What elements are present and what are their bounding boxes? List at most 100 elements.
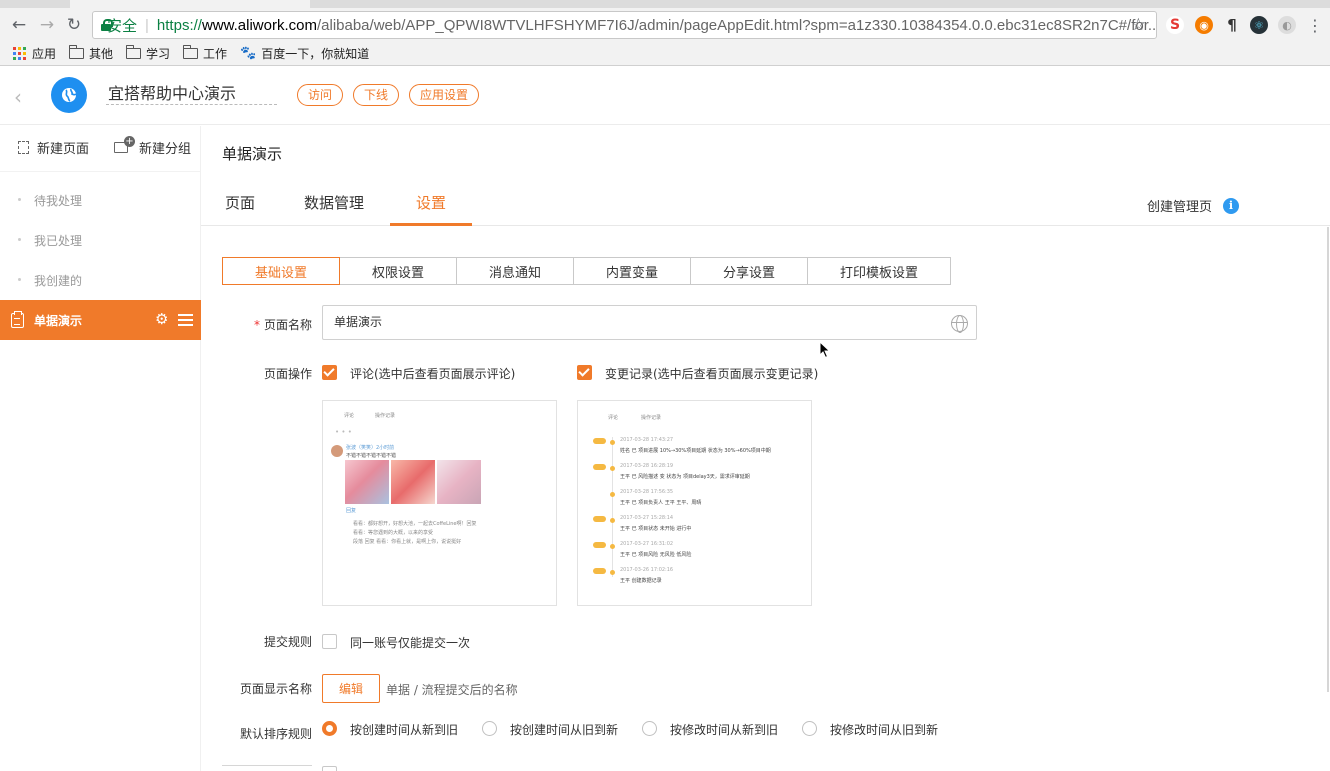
change-log-option-label: 变更记录(选中后查看页面展示变更记录) <box>605 367 819 381</box>
subtab-permission[interactable]: 权限设置 <box>339 257 457 285</box>
subtab-notification[interactable]: 消息通知 <box>456 257 574 285</box>
tab-data-management[interactable]: 数据管理 <box>304 192 364 213</box>
timeline-dot <box>610 440 615 445</box>
new-page-icon <box>18 141 29 154</box>
browser-tab-strip <box>0 0 1330 8</box>
globe-icon[interactable] <box>951 315 968 333</box>
tab-settings[interactable]: 设置 <box>416 192 446 213</box>
bullet-icon <box>18 238 21 241</box>
orange-extension-icon[interactable]: ◉ <box>1195 16 1213 34</box>
browser-tab[interactable] <box>70 0 310 8</box>
app-settings-button[interactable]: 应用设置 <box>409 84 479 106</box>
info-icon[interactable]: i <box>1223 197 1240 214</box>
sidebar-item-done[interactable]: 我已处理 <box>0 220 200 260</box>
form-clipboard-icon <box>11 311 24 328</box>
log-text: 王平 已 项目负责人 王平 王平、周晴 <box>620 500 702 506</box>
drag-handle-icon[interactable] <box>178 314 193 326</box>
submit-once-label: 同一账号仅能提交一次 <box>350 636 471 650</box>
gear-icon[interactable]: ⚙ <box>155 312 170 327</box>
bookmark-other[interactable]: 其他 <box>68 45 113 62</box>
react-devtools-icon[interactable]: ⚛ <box>1250 16 1268 34</box>
preview-tab-log: 操作记录 <box>641 415 662 421</box>
active-tab-indicator <box>390 223 472 226</box>
display-name-hint: 单据 / 流程提交后的名称 <box>386 683 518 697</box>
tab-page[interactable]: 页面 <box>225 192 255 213</box>
globe-logo-icon <box>62 88 77 102</box>
address-bar[interactable]: 安全 | https://www.aliwork.com/alibaba/web… <box>92 11 1157 39</box>
change-log-preview-image: 评论 操作记录 2017-03-28 17:43:27 姓名 已 项目进展 10… <box>577 400 812 606</box>
offline-button[interactable]: 下线 <box>353 84 399 106</box>
sort-radio-modified-asc[interactable] <box>802 721 817 736</box>
page-ops-label: 页面操作 <box>263 367 312 381</box>
bookmark-baidu[interactable]: 🐾 百度一下，你就知道 <box>240 45 369 62</box>
subtab-variables[interactable]: 内置变量 <box>573 257 691 285</box>
sort-radio-modified-desc[interactable] <box>642 721 657 736</box>
visit-button[interactable]: 访问 <box>297 84 343 106</box>
url-host: www.aliwork.com <box>201 16 317 34</box>
sort-rule-label: 默认排序规则 <box>239 727 312 741</box>
timeline-dot <box>610 570 615 575</box>
back-icon[interactable]: ← <box>8 14 30 36</box>
bookmark-label: 学习 <box>146 47 171 61</box>
page-title: 单据演示 <box>222 145 283 163</box>
subtab-basic[interactable]: 基础设置 <box>222 257 340 285</box>
browser-menu-icon[interactable]: ⋮ <box>1304 14 1326 36</box>
new-page-button[interactable]: 新建页面 <box>18 138 89 157</box>
bullet-icon <box>18 278 21 281</box>
page-name-label-text: 页面名称 <box>263 318 312 332</box>
next-row-checkbox-cutoff[interactable] <box>322 766 337 771</box>
forward-icon[interactable]: → <box>36 14 58 36</box>
display-name-label: 页面显示名称 <box>239 682 312 696</box>
mouse-cursor-icon <box>819 341 831 359</box>
comment-preview-image: 评论 操作记录 • • • 张波（笑笑）2小时前 不错不错不错不错不错 回复 看… <box>322 400 557 606</box>
sort-radio-created-asc[interactable] <box>482 721 497 736</box>
subtab-print-template[interactable]: 打印模板设置 <box>807 257 951 285</box>
change-log-checkbox[interactable] <box>577 365 592 380</box>
bookmark-star-icon[interactable]: ☆ <box>1131 15 1146 35</box>
reload-icon[interactable]: ↻ <box>63 14 85 36</box>
edit-display-name-button[interactable]: 编辑 <box>322 674 380 703</box>
comment-checkbox[interactable] <box>322 365 337 380</box>
gray-extension-icon[interactable]: ◐ <box>1278 16 1296 34</box>
preview-tab-comment: 评论 <box>344 413 355 419</box>
page-name-input[interactable]: 单据演示 <box>322 305 977 340</box>
preview-reply: 回复 <box>346 508 357 514</box>
bookmark-work[interactable]: 工作 <box>182 45 227 62</box>
scrollbar[interactable] <box>1327 227 1329 692</box>
create-management-label: 创建管理页 <box>1147 200 1213 215</box>
submit-once-checkbox[interactable] <box>322 634 337 649</box>
log-text: 王平 已 项目状态 未开始 进行中 <box>620 526 692 532</box>
timeline-dot <box>610 544 615 549</box>
new-group-button[interactable]: 新建分组 <box>114 136 191 157</box>
sidebar-item-label: 单据演示 <box>34 313 83 328</box>
bookmarks-bar: 应用 其他 学习 工作 🐾 百度一下，你就知道 <box>0 42 1330 66</box>
sogou-extension-icon[interactable]: S <box>1166 16 1184 34</box>
preview-reply-line: 段落 回复 看看：你看上就，是啊上你，说说挺好 <box>353 539 462 545</box>
bookmark-apps[interactable]: 应用 <box>13 45 56 62</box>
create-management-page-link[interactable]: 创建管理页 i <box>1147 196 1240 215</box>
log-text: 王平 创建数据记录 <box>620 578 662 584</box>
preview-comment-text: 不错不错不错不错不错 <box>346 453 397 459</box>
log-time: 2017-03-27 16:31:02 <box>620 541 674 547</box>
cherry-blossom-photo <box>345 460 389 504</box>
comment-option-label: 评论(选中后查看页面展示评论) <box>350 367 516 381</box>
url-protocol: https:// <box>156 16 202 34</box>
app-title[interactable]: 宜搭帮助中心演示 <box>106 83 277 105</box>
back-chevron-icon[interactable]: ‹ <box>14 85 30 109</box>
baidu-paw-icon: 🐾 <box>240 46 257 61</box>
sidebar-item-created[interactable]: 我创建的 <box>0 260 200 300</box>
folder-icon <box>68 45 85 59</box>
pilcrow-extension-icon[interactable]: ¶ <box>1223 16 1241 34</box>
bookmark-study[interactable]: 学习 <box>125 45 171 62</box>
log-text: 王平 已 项目风险 无风险 低风险 <box>620 552 692 558</box>
timeline-date-badge <box>593 568 606 574</box>
avatar <box>331 445 343 457</box>
sidebar-item-active-form[interactable]: 单据演示 ⚙ <box>0 300 201 340</box>
sidebar-item-label: 我创建的 <box>34 273 83 288</box>
subtab-share[interactable]: 分享设置 <box>690 257 808 285</box>
log-time: 2017-03-28 16:28:19 <box>620 463 674 469</box>
sidebar-item-todo[interactable]: 待我处理 <box>0 180 200 220</box>
submit-rule-label: 提交规则 <box>263 635 312 649</box>
sort-radio-created-desc[interactable] <box>322 721 337 736</box>
main-tabs: 页面 数据管理 设置 创建管理页 i <box>201 178 1330 226</box>
